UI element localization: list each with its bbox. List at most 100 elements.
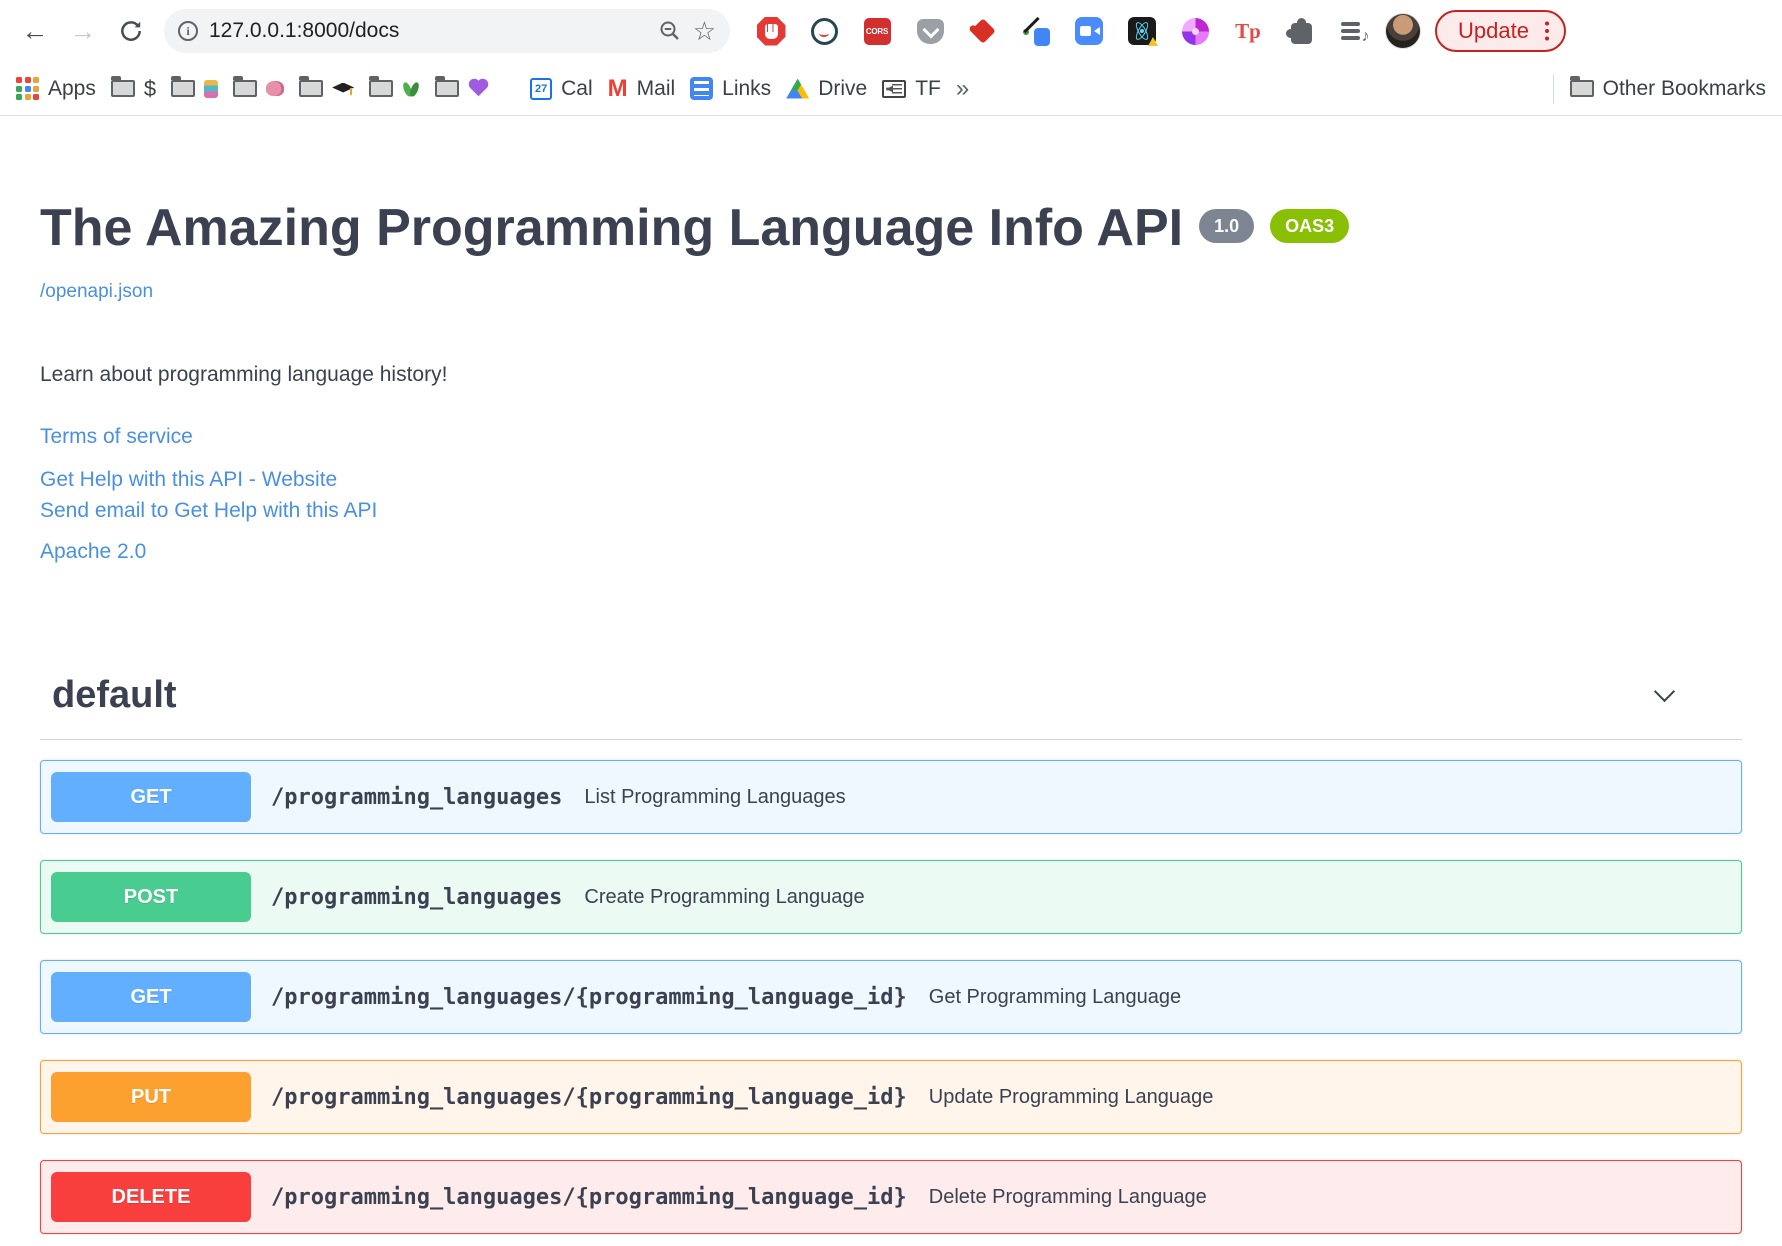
bookmark-tf[interactable]: TF (882, 77, 941, 101)
calendar-label: Cal (561, 76, 593, 100)
cors-label: CORS (863, 17, 891, 45)
red-diamond-extension-icon[interactable] (968, 16, 998, 46)
pocket-extension-icon[interactable] (915, 16, 945, 46)
reload-icon (121, 21, 141, 41)
bookmark-folder-herb[interactable] (369, 76, 420, 98)
extensions-row: CORS Tp ♪ (756, 16, 1370, 46)
herb-emoji-icon (402, 80, 420, 98)
page-info-icon[interactable]: i (178, 21, 198, 41)
endpoint-summary: Get Programming Language (928, 985, 1182, 1008)
bookmark-mail[interactable]: M Mail (607, 74, 676, 102)
endpoint-path: /programming_languages/{programming_lang… (271, 984, 907, 1010)
endpoint-path: /programming_languages (271, 884, 563, 910)
endpoint-summary: Delete Programming Language (928, 1185, 1207, 1208)
chrome-update-button[interactable]: Update (1435, 10, 1567, 52)
gmail-icon: M (607, 74, 628, 102)
endpoint-summary: Update Programming Language (928, 1085, 1214, 1108)
back-button[interactable]: ← (14, 10, 56, 52)
api-description: Learn about programming language history… (40, 363, 448, 387)
operation-row-put-update[interactable]: PUT /programming_languages/{programming_… (40, 1060, 1742, 1135)
zoom-out-icon[interactable] (658, 19, 682, 43)
bookmarks-divider (1552, 73, 1554, 104)
endpoint-path: /programming_languages (271, 784, 563, 810)
folder-icon (171, 76, 196, 97)
update-label: Update (1458, 18, 1529, 43)
method-badge: GET (51, 972, 251, 1023)
forward-button[interactable]: → (62, 10, 104, 52)
drive-label: Drive (818, 76, 868, 100)
tf-label: TF (915, 76, 941, 100)
chevron-down-icon[interactable] (1653, 681, 1676, 703)
color-picker-extension-icon[interactable] (1021, 16, 1051, 46)
tf-card-icon (882, 79, 907, 98)
mail-label: Mail (636, 76, 676, 100)
bookmarks-overflow-chevron[interactable]: » (956, 75, 969, 103)
folder-icon (369, 76, 394, 97)
dollar-label: $ (143, 75, 157, 101)
bookmarks-bar: Apps $ 27 Cal M Mail Links Drive TF » Ot… (0, 62, 1782, 116)
apps-grid-icon (16, 77, 39, 100)
swagger-ui-page: The Amazing Programming Language Info AP… (0, 116, 1782, 1235)
bookmark-folder-dollar[interactable]: $ (110, 75, 157, 102)
extensions-puzzle-icon[interactable] (1285, 16, 1316, 46)
cors-extension-icon[interactable]: CORS (862, 16, 892, 46)
apps-label: Apps (48, 76, 96, 100)
operation-row-get-list[interactable]: GET /programming_languages List Programm… (40, 760, 1742, 835)
drive-icon (786, 78, 810, 99)
reload-button[interactable] (110, 10, 152, 52)
address-bar[interactable]: i 127.0.0.1:8000/docs ☆ (164, 9, 730, 53)
send-email-link[interactable]: Send email to Get Help with this API (40, 499, 1742, 523)
media-queue-icon[interactable]: ♪ (1339, 16, 1370, 46)
operation-row-get-one[interactable]: GET /programming_languages/{programming_… (40, 960, 1742, 1035)
oas3-badge: OAS3 (1270, 209, 1350, 243)
browser-toolbar: ← → i 127.0.0.1:8000/docs ☆ CORS Tp ♪ Up… (0, 0, 1782, 62)
endpoint-path: /programming_languages/{programming_lang… (271, 1184, 907, 1210)
folder-icon (233, 76, 258, 97)
adblock-extension-icon[interactable] (756, 16, 786, 46)
other-bookmarks[interactable]: Other Bookmarks (1569, 76, 1766, 101)
carousel-emoji-icon (204, 79, 219, 98)
method-badge: DELETE (51, 1172, 251, 1223)
method-badge: GET (51, 772, 251, 823)
links-label: Links (722, 76, 772, 100)
default-tag-section: default GET /programming_languages List … (0, 674, 1782, 1235)
bookmark-folder-heart[interactable] (435, 76, 488, 98)
links-icon (690, 77, 714, 100)
folder-icon (299, 76, 324, 97)
openapi-json-link[interactable]: /openapi.json (40, 281, 153, 303)
get-help-website-link[interactable]: Get Help with this API - Website (40, 468, 1742, 492)
url-text[interactable]: 127.0.0.1:8000/docs (209, 19, 647, 43)
operation-row-delete[interactable]: DELETE /programming_languages/{programmi… (40, 1160, 1742, 1235)
method-badge: PUT (51, 1072, 251, 1123)
video-call-extension-icon[interactable] (1074, 16, 1104, 46)
operations-list: GET /programming_languages List Programm… (40, 760, 1742, 1235)
apps-shortcut[interactable]: Apps (16, 77, 96, 101)
section-header[interactable]: default (40, 674, 1742, 741)
brain-emoji-icon (266, 81, 285, 96)
folder-icon (110, 76, 135, 97)
chat-bubble-extension-icon[interactable] (809, 16, 839, 46)
purple-heart-emoji-icon (468, 80, 488, 98)
api-info-section: The Amazing Programming Language Info AP… (0, 116, 1782, 564)
bookmark-calendar[interactable]: 27 Cal (530, 77, 593, 101)
bookmark-star-icon[interactable]: ☆ (693, 18, 716, 44)
other-bookmarks-label: Other Bookmarks (1602, 76, 1766, 100)
bookmark-folder-graduation[interactable] (299, 76, 354, 97)
purple-pinwheel-extension-icon[interactable] (1180, 16, 1210, 46)
calendar-icon: 27 (530, 77, 553, 100)
bookmark-drive[interactable]: Drive (786, 77, 867, 101)
kebab-menu-icon[interactable] (1544, 28, 1550, 34)
endpoint-summary: Create Programming Language (584, 885, 865, 908)
operation-row-post-create[interactable]: POST /programming_languages Create Progr… (40, 860, 1742, 935)
bookmark-folder-brain[interactable] (233, 76, 285, 97)
bookmark-folder-carousel[interactable] (171, 76, 219, 98)
license-link[interactable]: Apache 2.0 (40, 540, 1742, 564)
react-devtools-extension-icon[interactable] (1127, 16, 1158, 46)
terms-of-service-link[interactable]: Terms of service (40, 425, 1742, 449)
profile-avatar[interactable] (1385, 13, 1421, 49)
tp-extension-icon[interactable]: Tp (1233, 16, 1263, 46)
api-title-text: The Amazing Programming Language Info AP… (40, 199, 1184, 257)
bookmark-links[interactable]: Links (690, 77, 771, 101)
endpoint-path: /programming_languages/{programming_lang… (271, 1084, 907, 1110)
tp-label: Tp (1235, 18, 1261, 43)
